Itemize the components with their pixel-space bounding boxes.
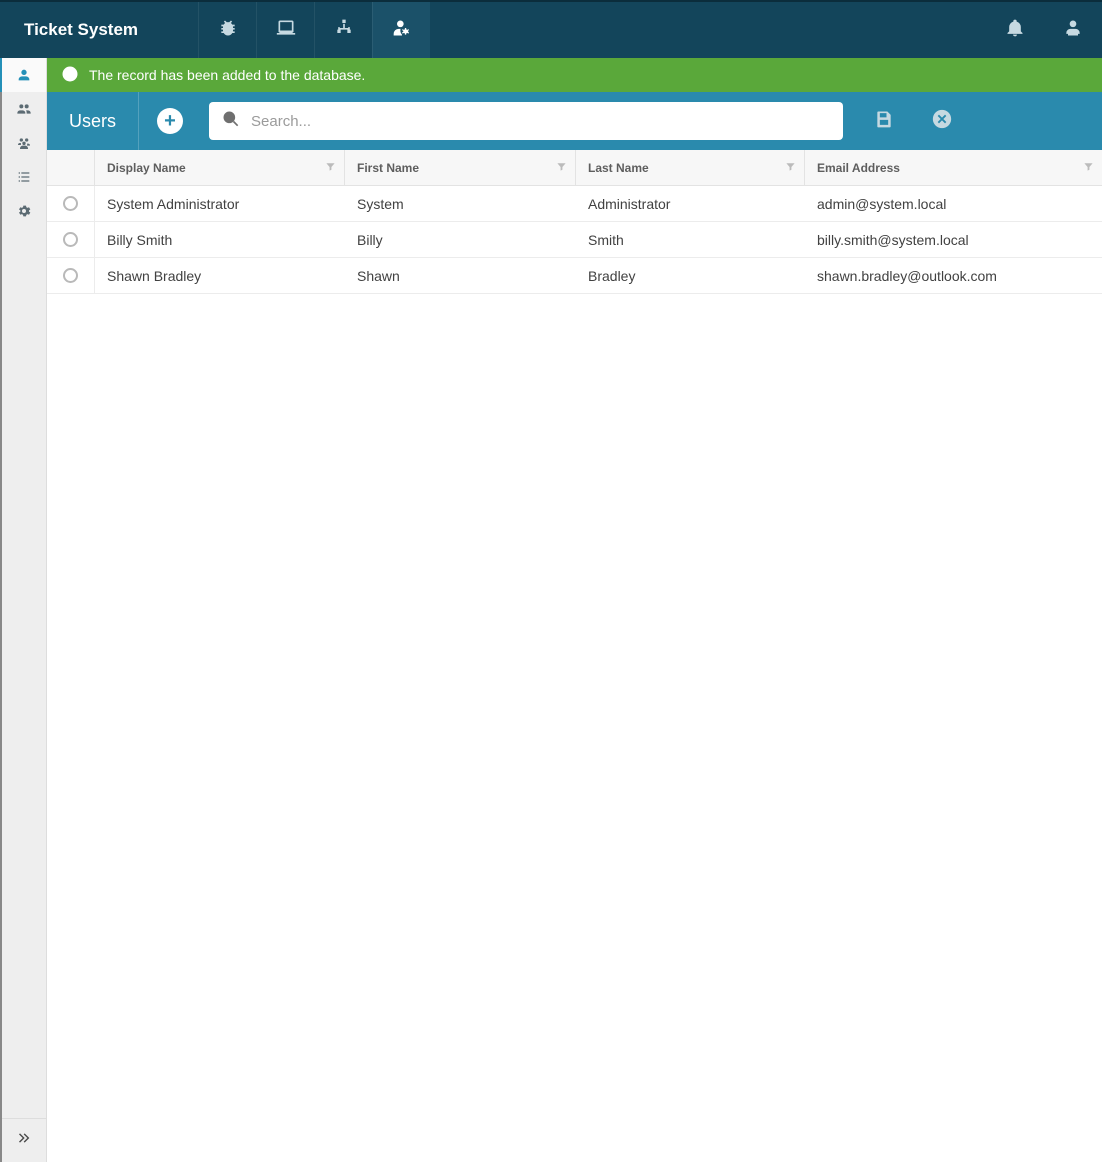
sidebar-item-groups[interactable] [2, 126, 46, 160]
sidebar-item-user[interactable] [0, 58, 46, 92]
nav-org[interactable] [314, 2, 372, 58]
chevrons-right-icon [16, 1130, 32, 1151]
bell-icon [1005, 18, 1025, 43]
cell-email: admin@system.local [805, 196, 1102, 212]
main-content: The record has been added to the databas… [47, 58, 1102, 1162]
search-box [209, 102, 843, 140]
nav-tickets[interactable] [198, 2, 256, 58]
cell-first-name: System [345, 196, 576, 212]
success-banner: The record has been added to the databas… [47, 58, 1102, 92]
header-last-name[interactable]: Last Name [576, 150, 805, 185]
app-title: Ticket System [0, 20, 198, 40]
header-label: Email Address [817, 161, 900, 175]
radio-icon[interactable] [63, 232, 78, 247]
cell-display-name: System Administrator [95, 196, 345, 212]
plus-icon: + [164, 111, 176, 131]
filter-icon[interactable] [1083, 161, 1094, 175]
sidebar-item-list[interactable] [2, 160, 46, 194]
sidebar-item-users[interactable] [2, 92, 46, 126]
radio-icon[interactable] [63, 268, 78, 283]
filter-icon[interactable] [785, 161, 796, 175]
sidebar-item-settings[interactable] [2, 194, 46, 228]
header-checkbox-col [47, 150, 95, 185]
table-row[interactable]: Billy SmithBillySmithbilly.smith@system.… [47, 222, 1102, 258]
search-input[interactable] [251, 113, 831, 130]
header-display-name[interactable]: Display Name [95, 150, 345, 185]
filter-icon[interactable] [325, 161, 336, 175]
bug-icon [218, 18, 238, 43]
table-header: Display Name First Name Last Name [47, 150, 1102, 186]
page-title: Users [69, 111, 116, 132]
left-sidebar [0, 58, 47, 1162]
page-toolbar: Users + [47, 92, 1102, 150]
save-button[interactable] [855, 92, 913, 150]
cell-email: billy.smith@system.local [805, 232, 1102, 248]
cell-first-name: Shawn [345, 268, 576, 284]
header-label: First Name [357, 161, 419, 175]
header-label: Last Name [588, 161, 649, 175]
header-label: Display Name [107, 161, 186, 175]
add-button[interactable]: + [157, 108, 183, 134]
header-email[interactable]: Email Address [805, 150, 1102, 185]
sidebar-expand[interactable] [2, 1118, 46, 1162]
cell-last-name: Smith [576, 232, 805, 248]
search-icon [221, 109, 241, 134]
radio-icon[interactable] [63, 196, 78, 211]
table-row[interactable]: Shawn BradleyShawnBradleyshawn.bradley@o… [47, 258, 1102, 294]
toolbar-divider [138, 92, 139, 150]
account-button[interactable] [1044, 18, 1102, 43]
save-icon [874, 109, 894, 134]
nav-user-admin[interactable] [372, 2, 430, 58]
cell-last-name: Bradley [576, 268, 805, 284]
cell-display-name: Billy Smith [95, 232, 345, 248]
filter-icon[interactable] [556, 161, 567, 175]
top-navbar: Ticket System [0, 0, 1102, 58]
row-select[interactable] [47, 222, 95, 257]
row-select[interactable] [47, 258, 95, 293]
notice-text: The record has been added to the databas… [89, 67, 365, 83]
cell-last-name: Administrator [576, 196, 805, 212]
header-first-name[interactable]: First Name [345, 150, 576, 185]
close-circle-icon [931, 108, 953, 135]
table-row[interactable]: System AdministratorSystemAdministratora… [47, 186, 1102, 222]
cell-email: shawn.bradley@outlook.com [805, 268, 1102, 284]
close-button[interactable] [913, 92, 971, 150]
notifications-button[interactable] [986, 18, 1044, 43]
sitemap-icon [334, 18, 354, 43]
row-select[interactable] [47, 186, 95, 221]
table-body: System AdministratorSystemAdministratora… [47, 186, 1102, 1162]
cell-first-name: Billy [345, 232, 576, 248]
user-gear-icon [392, 18, 412, 43]
laptop-icon [276, 18, 296, 43]
person-card-icon [1063, 18, 1083, 43]
check-circle-icon [61, 65, 89, 86]
cell-display-name: Shawn Bradley [95, 268, 345, 284]
nav-devices[interactable] [256, 2, 314, 58]
